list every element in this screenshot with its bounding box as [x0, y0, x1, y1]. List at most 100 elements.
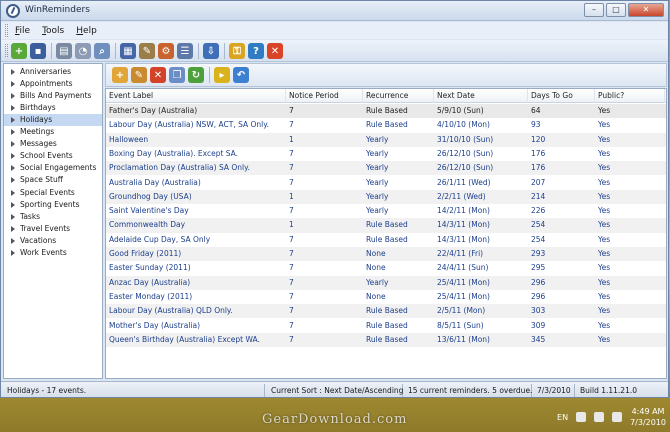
tray-clock[interactable]: 4:49 AM 7/3/2010	[630, 406, 666, 428]
print-preview-icon[interactable]: ◔	[75, 43, 91, 59]
sidebar-item-holidays[interactable]: Holidays	[4, 114, 102, 127]
maximize-button[interactable]: □	[606, 3, 626, 17]
sidebar-item-bills-and-payments[interactable]: Bills And Payments	[4, 90, 102, 102]
list-view-icon[interactable]: ☰	[177, 43, 193, 59]
event-settings-icon[interactable]: ⚙	[158, 43, 174, 59]
table-row[interactable]: Proclamation Day (Australia) SA Only. 7 Ye…	[106, 161, 666, 176]
table-row[interactable]: Anzac Day (Australia) 7 Yearly 25/4/11 (Mon…	[106, 275, 666, 290]
table-row[interactable]: Adelaide Cup Day, SA Only 7 Rule Based 14/3…	[106, 233, 666, 247]
table-cell: 7	[289, 106, 294, 115]
table-cell: Rule Based	[366, 120, 408, 130]
sidebar-item-meetings[interactable]: Meetings	[4, 126, 102, 138]
sidebar-item-space-stuff[interactable]: Space Stuff	[4, 174, 102, 186]
title-bar[interactable]: WinReminders – □ ✕	[1, 1, 668, 21]
table-cell: 4/10/10 (Mon)	[437, 120, 490, 130]
table-row[interactable]: Father's Day (Australia) 7 Rule Based 5/9/1…	[106, 104, 666, 119]
table-cell: None	[366, 249, 386, 258]
calendar-icon[interactable]: ▦	[120, 43, 136, 59]
menu-help[interactable]: Help	[76, 26, 97, 36]
language-indicator[interactable]: EN	[557, 413, 568, 422]
table-row[interactable]: Groundhog Day (USA) 1 Yearly 2/2/11 (Wed) 21…	[106, 189, 666, 205]
table-cell: 24/4/11 (Sun)	[437, 263, 489, 273]
sidebar-item-messages[interactable]: Messages	[4, 138, 102, 150]
table-cell: Labour Day (Australia) NSW, ACT, SA Only…	[109, 120, 269, 130]
table-cell: 14/3/11 (Mon)	[437, 220, 490, 230]
add-event-icon[interactable]: +	[112, 67, 128, 83]
table-cell: 7	[289, 249, 294, 258]
sidebar-item-school-events[interactable]: School Events	[4, 150, 102, 162]
delete-event-icon[interactable]: ✕	[150, 67, 166, 83]
table-row[interactable]: Halloween 1 Yearly 31/10/10 (Sun) 120 Yes	[106, 132, 666, 147]
copy-event-icon[interactable]: ❐	[169, 67, 185, 83]
export-icon[interactable]: ▸	[214, 67, 230, 83]
sidebar-item-travel-events[interactable]: Travel Events	[4, 223, 102, 235]
column-header-recurrence[interactable]: Recurrence	[363, 89, 434, 103]
sidebar-item-special-events[interactable]: Special Events	[4, 187, 102, 199]
table-cell: 303	[531, 306, 546, 316]
sidebar-item-social-engagements[interactable]: Social Engagements	[4, 162, 102, 174]
sidebar-item-birthdays[interactable]: Birthdays	[4, 102, 102, 114]
sidebar-item-appointments[interactable]: Appointments	[4, 78, 102, 90]
import-icon[interactable]: ⇩	[203, 43, 219, 59]
table-row[interactable]: Mother's Day (Australia) 7 Rule Based 8/5/1…	[106, 319, 666, 333]
sidebar-item-tasks[interactable]: Tasks	[4, 211, 102, 223]
table-cell: Yes	[598, 249, 611, 258]
sidebar-item-sporting-events[interactable]: Sporting Events	[4, 199, 102, 211]
table-row[interactable]: Saint Valentine's Day 7 Yearly 14/2/11 (Mon…	[106, 204, 666, 218]
table-cell: 64	[531, 106, 541, 115]
exit-icon[interactable]: ✕	[267, 43, 283, 59]
table-cell: 7	[289, 277, 294, 287]
edit-list-icon[interactable]: ✎	[139, 43, 155, 59]
column-header-notice-period[interactable]: Notice Period	[286, 89, 363, 103]
table-cell: Queen's Birthday (Australia) Except WA.	[109, 334, 260, 344]
table-cell: 7	[289, 177, 294, 187]
table-row[interactable]: Good Friday (2011) 7 None 22/4/11 (Fri) 293 Y…	[106, 247, 666, 262]
table-cell: 207	[531, 177, 546, 187]
table-row[interactable]: Boxing Day (Australia). Except SA. 7 Yearl…	[106, 147, 666, 161]
status-bar: Holidays - 17 events. Current Sort : Nex…	[1, 381, 668, 397]
sidebar-item-vacations[interactable]: Vacations	[4, 235, 102, 247]
menu-file[interactable]: File	[15, 26, 30, 36]
watermark-text: GearDownload.com	[262, 412, 408, 427]
toolbar-separator	[209, 67, 210, 83]
table-row[interactable]: Australia Day (Australia) 7 Yearly 26/1/11 …	[106, 176, 666, 190]
sidebar-item-work-events[interactable]: Work Events	[4, 247, 102, 259]
table-cell: 25/4/11 (Mon)	[437, 277, 490, 287]
table-row[interactable]: Labour Day (Australia) QLD Only. 7 Rule Ba…	[106, 304, 666, 319]
lock-icon[interactable]: ⚿	[229, 43, 245, 59]
sidebar-item-anniversaries[interactable]: Anniversaries	[4, 66, 102, 78]
menu-tools[interactable]: Tools	[42, 26, 64, 36]
undo-icon[interactable]: ↶	[233, 67, 249, 83]
system-tray: EN 4:49 AM 7/3/2010	[557, 404, 666, 430]
volume-icon[interactable]	[612, 412, 623, 422]
table-row[interactable]: Easter Monday (2011) 7 None 25/4/11 (Mon) 29…	[106, 290, 666, 304]
globe-help-icon[interactable]: ?	[248, 43, 264, 59]
table-cell: 7	[289, 306, 294, 316]
new-reminder-icon[interactable]: +	[11, 43, 27, 59]
print-icon[interactable]: ▤	[56, 43, 72, 59]
refresh-icon[interactable]: ↻	[188, 67, 204, 83]
table-cell: Saint Valentine's Day	[109, 206, 189, 216]
notification-icon[interactable]	[576, 412, 587, 422]
table-row[interactable]: Commonwealth Day 1 Rule Based 14/3/11 (Mon)…	[106, 218, 666, 233]
table-row[interactable]: Queen's Birthday (Australia) Except WA. 7…	[106, 332, 666, 348]
table-cell: Yearly	[366, 163, 389, 173]
find-icon[interactable]: ⌕	[94, 43, 110, 59]
edit-event-icon[interactable]: ✎	[131, 67, 147, 83]
status-date: 7/3/2010	[533, 384, 575, 397]
table-cell: Yes	[598, 220, 611, 230]
table-cell: 176	[531, 163, 546, 173]
save-icon[interactable]: ▪	[30, 43, 46, 59]
column-header-next-date[interactable]: Next Date	[434, 89, 528, 103]
table-cell: Yes	[598, 177, 611, 187]
table-row[interactable]: Labour Day (Australia) NSW, ACT, SA Only…	[106, 118, 666, 132]
column-header-public[interactable]: Public?	[595, 89, 665, 103]
column-header-days-to-go[interactable]: Days To Go	[528, 89, 595, 103]
table-row[interactable]: Easter Sunday (2011) 7 None 24/4/11 (Sun) 29…	[106, 261, 666, 275]
close-button[interactable]: ✕	[628, 3, 664, 17]
minimize-button[interactable]: –	[584, 3, 604, 17]
column-header-event-label[interactable]: Event Label	[106, 89, 286, 103]
table-cell: 7	[289, 120, 294, 130]
network-icon[interactable]	[594, 412, 605, 422]
table-cell: Groundhog Day (USA)	[109, 191, 192, 201]
